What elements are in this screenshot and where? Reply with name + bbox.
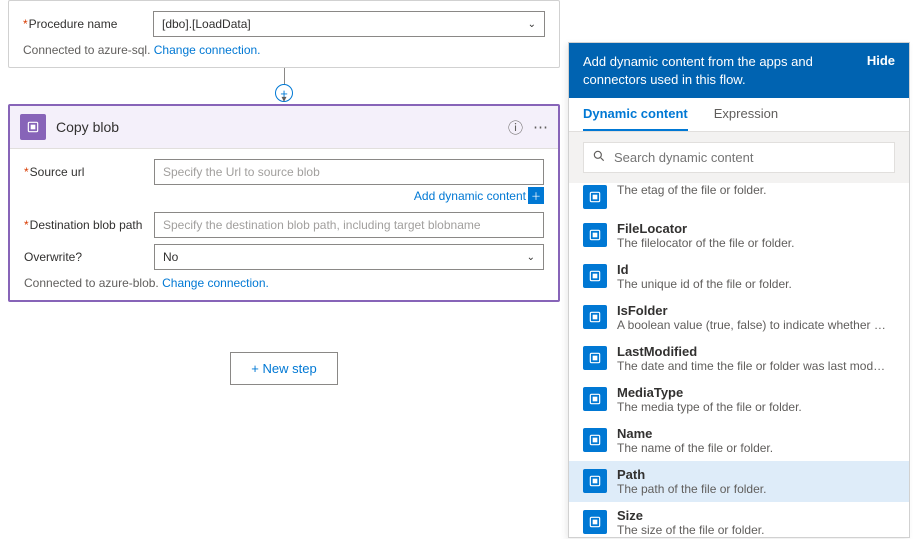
dynamic-item-desc: The date and time the file or folder was…	[617, 359, 887, 373]
dynamic-item-desc: The media type of the file or folder.	[617, 400, 887, 414]
dynamic-content-panel: Add dynamic content from the apps and co…	[568, 42, 910, 538]
chevron-down-icon: ⌄	[528, 19, 536, 30]
dynamic-item-desc: The path of the file or folder.	[617, 482, 887, 496]
dynamic-item-id[interactable]: IdThe unique id of the file or folder.	[569, 256, 909, 297]
hide-panel-button[interactable]: Hide	[867, 53, 895, 68]
search-icon	[592, 149, 606, 166]
action-title: Copy blob	[56, 119, 498, 135]
connector-icon	[583, 510, 607, 534]
dynamic-item-title: LastModified	[617, 344, 895, 359]
procedure-name-select[interactable]: [dbo].[LoadData] ⌄	[153, 11, 545, 37]
dynamic-item-title: Path	[617, 467, 895, 482]
dynamic-item-title: Name	[617, 426, 895, 441]
new-step-button[interactable]: New step	[230, 352, 337, 385]
dynamic-item-lastmodified[interactable]: LastModifiedThe date and time the file o…	[569, 338, 909, 379]
add-dynamic-content-icon[interactable]: ＋	[528, 187, 544, 204]
blob-connection-text: Connected to azure-blob.	[24, 276, 159, 290]
destination-path-label: Destination blob path	[24, 218, 154, 232]
connector-icon	[583, 223, 607, 247]
dynamic-content-list[interactable]: The etag of the file or folder. FileLocat…	[569, 183, 909, 537]
tab-dynamic-content[interactable]: Dynamic content	[583, 106, 688, 131]
source-url-input[interactable]	[154, 159, 544, 185]
dynamic-item-etag[interactable]: The etag of the file or folder.	[569, 183, 909, 215]
destination-path-input[interactable]	[154, 212, 544, 238]
connector-icon	[583, 428, 607, 452]
dynamic-item-title: MediaType	[617, 385, 895, 400]
tab-expression[interactable]: Expression	[714, 106, 778, 131]
dynamic-item-title: FileLocator	[617, 221, 895, 236]
procedure-name-label: Procedure name	[23, 17, 153, 31]
dynamic-item-title: Id	[617, 262, 895, 277]
connector-icon	[583, 264, 607, 288]
dynamic-item-title: IsFolder	[617, 303, 895, 318]
search-box[interactable]	[583, 142, 895, 173]
help-icon[interactable]: ⓘ	[508, 117, 523, 138]
overwrite-label: Overwrite?	[24, 250, 154, 264]
dynamic-item-title: Size	[617, 508, 895, 523]
dynamic-item-size[interactable]: SizeThe size of the file or folder.	[569, 502, 909, 537]
dynamic-item-desc: The unique id of the file or folder.	[617, 277, 887, 291]
dynamic-item-name[interactable]: NameThe name of the file or folder.	[569, 420, 909, 461]
chevron-down-icon: ⌄	[527, 252, 535, 263]
change-connection-link[interactable]: Change connection.	[154, 43, 261, 57]
dynamic-item-isfolder[interactable]: IsFolderA boolean value (true, false) to…	[569, 297, 909, 338]
procedure-name-value: [dbo].[LoadData]	[162, 17, 251, 31]
sql-action-card: Procedure name [dbo].[LoadData] ⌄ Connec…	[8, 0, 560, 68]
dynamic-item-desc: The etag of the file or folder.	[617, 183, 887, 197]
dynamic-item-path[interactable]: PathThe path of the file or folder.	[569, 461, 909, 502]
dynamic-item-filelocator[interactable]: FileLocatorThe filelocator of the file o…	[569, 215, 909, 256]
dynamic-item-desc: The filelocator of the file or folder.	[617, 236, 887, 250]
connector-icon	[583, 305, 607, 329]
blob-connector-icon	[20, 114, 46, 140]
dynamic-item-desc: The size of the file or folder.	[617, 523, 887, 537]
change-connection-link[interactable]: Change connection.	[162, 276, 269, 290]
connector-icon	[583, 346, 607, 370]
dynamic-item-mediatype[interactable]: MediaTypeThe media type of the file or f…	[569, 379, 909, 420]
dynamic-item-desc: The name of the file or folder.	[617, 441, 887, 455]
dynamic-content-header: Add dynamic content from the apps and co…	[583, 53, 857, 88]
source-url-label: Source url	[24, 165, 154, 179]
dynamic-item-desc: A boolean value (true, false) to indicat…	[617, 318, 887, 332]
flow-connector: + ▾	[8, 68, 560, 104]
connector-icon	[583, 387, 607, 411]
sql-connection-text: Connected to azure-sql.	[23, 43, 150, 57]
copy-blob-card: Copy blob ⓘ ⋯ Source url Add dynamic con…	[8, 104, 560, 302]
action-menu-icon[interactable]: ⋯	[533, 118, 548, 136]
connector-icon	[583, 469, 607, 493]
overwrite-select[interactable]: No ⌄	[154, 244, 544, 270]
overwrite-value: No	[163, 250, 178, 264]
add-dynamic-content-link[interactable]: Add dynamic content	[414, 189, 526, 203]
connector-icon	[583, 185, 607, 209]
search-input[interactable]	[614, 150, 886, 165]
